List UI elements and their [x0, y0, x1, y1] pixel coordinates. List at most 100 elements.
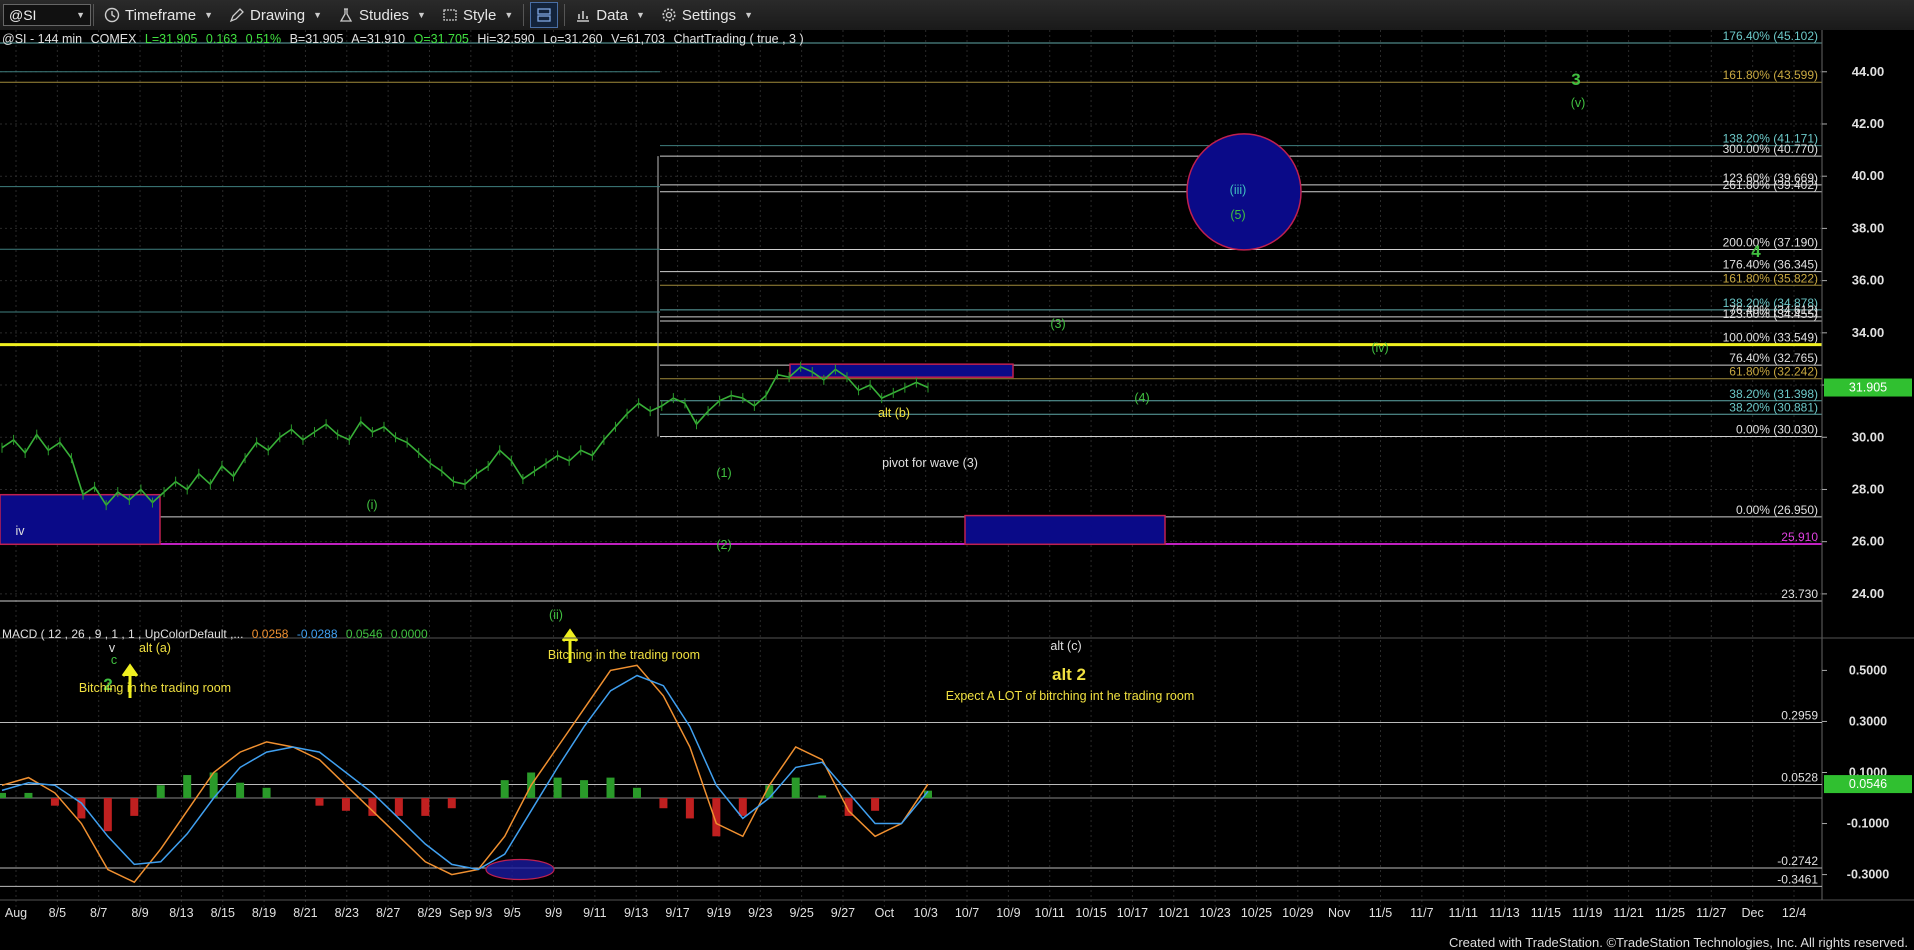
macd-last-label: 0.0546: [1849, 777, 1887, 791]
date-tick-label: Oct: [875, 906, 895, 920]
macd-histogram-bar: [236, 782, 245, 799]
macd-histogram-bar: [103, 798, 112, 832]
wave-label: (4): [1134, 391, 1149, 405]
macd-histogram-bar: [0, 792, 6, 799]
macd-histogram-bar: [791, 777, 800, 799]
symbol-input-value: @SI: [9, 7, 37, 23]
macd-value-2: -0.0288: [297, 627, 338, 641]
macd-histogram-bar: [447, 798, 456, 809]
date-tick-label: 11/11: [1448, 906, 1477, 920]
macd-value-4: 0.0000: [391, 627, 428, 641]
macd-tick-label: 0.5000: [1849, 663, 1887, 677]
date-tick-label: 9/17: [665, 906, 689, 920]
date-tick-label: 9/27: [831, 906, 855, 920]
style-menu[interactable]: Style ▼: [434, 0, 521, 30]
fib-level-label: 100.00% (33.549): [1723, 331, 1818, 345]
timeframe-menu[interactable]: Timeframe ▼: [96, 0, 221, 30]
fib-level-label: 23.730: [1781, 587, 1818, 601]
date-tick-label: 10/25: [1241, 906, 1272, 920]
chart-area[interactable]: 176.40% (45.102)161.80% (43.599)138.20% …: [0, 30, 1914, 950]
macd-histogram-bar: [262, 787, 271, 799]
wave-label: Expect A LOT of bitrching int he trading…: [946, 689, 1195, 703]
macd-histogram-bar: [685, 798, 694, 819]
date-tick-label: 9/25: [789, 906, 813, 920]
fib-level-label: 0.00% (26.950): [1736, 503, 1818, 517]
macd-level-label: -0.3461: [1777, 872, 1818, 886]
header-open: O=31.705: [414, 32, 469, 46]
wave-label: (v): [1571, 96, 1586, 110]
price-tick-label: 36.00: [1852, 273, 1885, 288]
macd-histogram-bar: [738, 798, 747, 816]
wave-label: c: [111, 653, 117, 667]
gear-icon: [662, 8, 676, 22]
date-tick-label: 10/23: [1199, 906, 1230, 920]
price-tick-label: 38.00: [1852, 220, 1885, 235]
header-interval: 144 min: [38, 32, 83, 46]
symbol-input[interactable]: @SI ▼: [3, 4, 91, 26]
macd-histogram-bar: [315, 798, 324, 806]
macd-level-label: 0.2959: [1781, 709, 1818, 723]
wave-label: (3): [1050, 317, 1065, 331]
settings-menu[interactable]: Settings ▼: [653, 0, 761, 30]
date-tick-label: 10/29: [1282, 906, 1313, 920]
settings-label: Settings: [681, 6, 737, 24]
macd-tick-label: 0.3000: [1849, 714, 1887, 728]
fib-level-label: 76.40% (32.765): [1729, 351, 1818, 365]
date-tick-label: 10/7: [955, 906, 979, 920]
wave-label: (ii): [549, 608, 563, 622]
date-tick-label: 8/13: [169, 906, 193, 920]
chevron-down-icon: ▼: [744, 10, 753, 20]
price-tick-label: 40.00: [1852, 168, 1885, 183]
wave-label: (i): [366, 498, 377, 512]
header-study: ChartTrading ( true , 3 ): [673, 32, 803, 46]
fib-level-label: 61.80% (32.242): [1729, 365, 1818, 379]
macd-tick-label: -0.3000: [1847, 868, 1889, 882]
chart-background: [0, 30, 1914, 950]
wave-label: (1): [716, 466, 731, 480]
macd-histogram-bar: [421, 798, 430, 816]
macd-level-label: 0.0528: [1781, 771, 1818, 785]
macd-value-1: 0.0258: [252, 627, 289, 641]
drawing-menu[interactable]: Drawing ▼: [221, 0, 330, 30]
price-tick-label: 30.00: [1852, 429, 1885, 444]
fib-level-label: 200.00% (37.190): [1723, 236, 1818, 250]
copyright-footer: Created with TradeStation. ©TradeStation…: [1448, 935, 1908, 950]
date-tick-label: 8/5: [49, 906, 66, 920]
wave-label: (iii): [1230, 183, 1247, 197]
date-tick-label: 12/4: [1782, 906, 1806, 920]
date-tick-label: 8/21: [293, 906, 317, 920]
macd-label: MACD ( 12 , 26 , 9 , 1 , 1 , UpColorDefa…: [2, 627, 243, 641]
chevron-down-icon: ▼: [204, 10, 214, 20]
date-tick-label: 11/27: [1696, 906, 1726, 920]
date-tick-label: 10/11: [1035, 906, 1065, 920]
wave-label: alt (a): [139, 641, 171, 655]
studies-menu[interactable]: Studies ▼: [330, 0, 434, 30]
chevron-down-icon[interactable]: ▼: [76, 10, 85, 20]
chevron-down-icon: ▼: [504, 10, 514, 20]
price-tick-label: 44.00: [1852, 64, 1885, 79]
data-menu[interactable]: Data ▼: [567, 0, 653, 30]
wave-label: iv: [15, 524, 25, 538]
date-tick-label: 9/9: [545, 906, 562, 920]
studies-label: Studies: [359, 6, 410, 24]
data-label: Data: [596, 6, 628, 24]
date-tick-label: 8/27: [376, 906, 400, 920]
fib-level-label: 161.80% (35.822): [1723, 271, 1818, 285]
macd-highlight-ellipse: [485, 858, 555, 881]
chevron-down-icon: ▼: [635, 10, 645, 20]
date-tick-label: 10/17: [1117, 906, 1148, 920]
date-tick-label: 10/15: [1075, 906, 1106, 920]
layout-button[interactable]: [530, 2, 559, 28]
fib-level-label: 25.910: [1781, 530, 1818, 544]
macd-histogram-bar: [871, 798, 880, 811]
flask-icon: [339, 8, 353, 22]
date-tick-label: 8/9: [131, 906, 148, 920]
macd-header: MACD ( 12 , 26 , 9 , 1 , 1 , UpColorDefa…: [2, 627, 428, 641]
macd-histogram-bar: [632, 787, 641, 799]
date-tick-label: Aug: [5, 906, 27, 920]
header-volume: V=61,703: [611, 32, 665, 46]
macd-histogram-bar: [659, 798, 668, 809]
date-tick-label: Dec: [1742, 906, 1764, 920]
fib-level-label: 176.40% (45.102): [1723, 30, 1818, 43]
macd-histogram-bar: [183, 775, 192, 799]
